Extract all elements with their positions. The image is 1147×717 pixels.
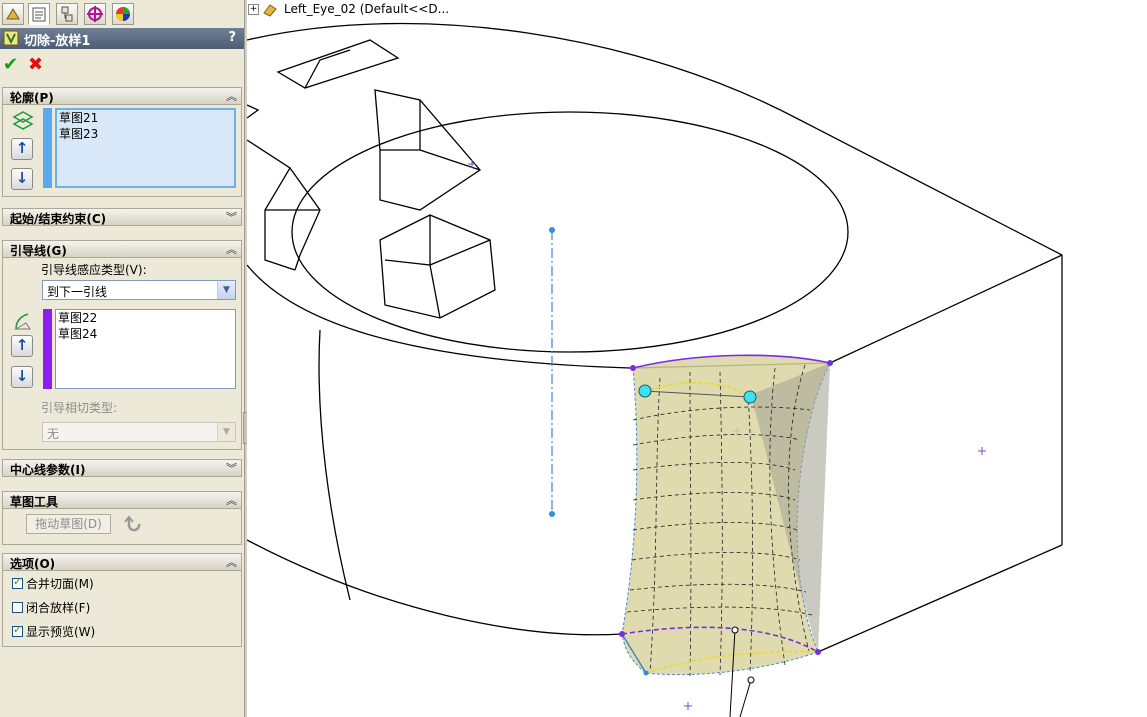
- profiles-section: ↑ ↓ 草图21 草图23: [2, 105, 242, 197]
- sketch-tools-section-header[interactable]: 草图工具 ︽: [2, 491, 242, 509]
- guides-section: 引导线感应类型(V): 到下一引线 ▼ ↑ ↓ 草图22 草图24 引导相切类型…: [2, 258, 242, 450]
- arrow-up-icon: ↑: [15, 336, 29, 354]
- drag-handle[interactable]: [638, 384, 652, 398]
- guides-header-label: 引导线(G): [10, 244, 67, 258]
- move-down-button[interactable]: ↓: [11, 168, 33, 190]
- feature-tree-icon: [6, 8, 20, 20]
- arrow-down-icon: ↓: [15, 367, 29, 385]
- tab-dimxpert-manager[interactable]: [84, 3, 106, 25]
- close-loft-label: 闭合放样(F): [26, 601, 91, 615]
- drag-sketch-button: 拖动草图(D): [26, 514, 111, 534]
- profiles-list[interactable]: 草图21 草图23: [55, 108, 236, 188]
- property-icon: [32, 7, 46, 22]
- profiles-header-label: 轮廓(P): [10, 91, 54, 105]
- profiles-section-header[interactable]: 轮廓(P) ︽: [2, 87, 242, 105]
- feature-tree-flyout[interactable]: + Left_Eye_02 (Default<<D...: [248, 2, 449, 20]
- profile-icon: [12, 111, 34, 130]
- undo-icon: [124, 515, 141, 532]
- feature-title-bar: 切除-放样1 ?: [0, 28, 244, 49]
- profile-color-bar: [43, 108, 52, 188]
- arrow-up-icon: ↑: [15, 139, 29, 157]
- drag-handle[interactable]: [743, 390, 757, 404]
- guide-color-bar: [43, 309, 52, 389]
- options-section-header[interactable]: 选项(O) ︽: [2, 553, 242, 571]
- tangency-type-label: 引导相切类型:: [41, 401, 118, 415]
- expand-down-icon: ︾: [226, 211, 237, 224]
- move-up-button[interactable]: ↑: [11, 138, 33, 160]
- guide-move-down-button[interactable]: ↓: [11, 366, 33, 388]
- part-icon: [263, 3, 277, 17]
- manager-tabs: [0, 0, 244, 26]
- options-section: ✓ 合并切面(M) 闭合放样(F) ✓ 显示预览(W): [2, 571, 242, 647]
- list-item[interactable]: 草图23: [57, 126, 234, 142]
- loft-cut-icon: [3, 30, 19, 46]
- tab-feature-manager[interactable]: [2, 3, 24, 25]
- show-preview-label: 显示预览(W): [26, 625, 96, 639]
- property-manager: 切除-放样1 ? ✔ ✖ 轮廓(P) ︽ ↑ ↓ 草图21 草图23 起始/结束…: [0, 0, 245, 717]
- guides-list[interactable]: 草图22 草图24: [55, 309, 236, 389]
- tab-property-manager[interactable]: [28, 3, 50, 25]
- list-item[interactable]: 草图24: [56, 326, 235, 342]
- guide-move-up-button[interactable]: ↑: [11, 335, 33, 357]
- merge-cut-checkbox[interactable]: ✓ 合并切面(M): [12, 575, 94, 592]
- influence-type-label: 引导线感应类型(V):: [41, 263, 147, 277]
- guides-section-header[interactable]: 引导线(G) ︽: [2, 240, 242, 258]
- start-end-header-label: 起始/结束约束(C): [10, 212, 107, 226]
- chevron-down-icon: ▼: [217, 281, 235, 299]
- part-name: Left_Eye_02: [284, 2, 356, 16]
- sketch-tools-header-label: 草图工具: [10, 495, 59, 509]
- sketch-tools-section: 拖动草图(D): [2, 509, 242, 545]
- configuration-icon: [61, 6, 73, 22]
- chevron-down-icon: ▼: [217, 423, 235, 441]
- expand-plus-icon[interactable]: +: [248, 4, 259, 15]
- centerline-section-header[interactable]: 中心线参数(I) ︾: [2, 459, 242, 477]
- collapse-up-icon: ︽: [226, 90, 237, 103]
- collapse-up-icon: ︽: [226, 556, 237, 569]
- appearance-icon: [116, 7, 130, 21]
- graphics-viewport[interactable]: [247, 0, 1147, 717]
- crosshair-icon: [87, 6, 103, 22]
- collapse-up-icon: ︽: [226, 243, 237, 256]
- cancel-x-icon[interactable]: ✖: [28, 54, 43, 75]
- show-preview-checkbox[interactable]: ✓ 显示预览(W): [12, 623, 95, 640]
- influence-type-select[interactable]: 到下一引线 ▼: [42, 280, 236, 300]
- list-item[interactable]: 草图21: [57, 110, 234, 126]
- confirm-bar: ✔ ✖: [0, 52, 244, 78]
- tab-configuration-manager[interactable]: [56, 3, 78, 25]
- collapse-up-icon: ︽: [226, 494, 237, 507]
- tangency-type-value: 无: [47, 427, 60, 441]
- arrow-down-icon: ↓: [15, 169, 29, 187]
- start-end-section-header[interactable]: 起始/结束约束(C) ︾: [2, 208, 242, 226]
- guide-curve-icon: [14, 313, 31, 330]
- influence-type-value: 到下一引线: [47, 285, 108, 299]
- options-header-label: 选项(O): [10, 557, 56, 571]
- close-loft-checkbox[interactable]: 闭合放样(F): [12, 599, 90, 616]
- centerline-header-label: 中心线参数(I): [10, 463, 86, 477]
- expand-down-icon: ︾: [226, 462, 237, 475]
- checkmark-icon: ✓: [13, 623, 23, 636]
- tangency-type-select: 无 ▼: [42, 422, 236, 442]
- model-view[interactable]: [247, 0, 1147, 717]
- feature-title: 切除-放样1: [24, 34, 91, 49]
- list-item[interactable]: 草图22: [56, 310, 235, 326]
- merge-cut-label: 合并切面(M): [26, 577, 94, 591]
- tab-display-manager[interactable]: [112, 3, 134, 25]
- help-icon[interactable]: ?: [228, 30, 236, 45]
- checkmark-icon: ✓: [13, 575, 23, 588]
- part-config: (Default<<D...: [359, 2, 450, 16]
- ok-check-icon[interactable]: ✔: [3, 54, 18, 75]
